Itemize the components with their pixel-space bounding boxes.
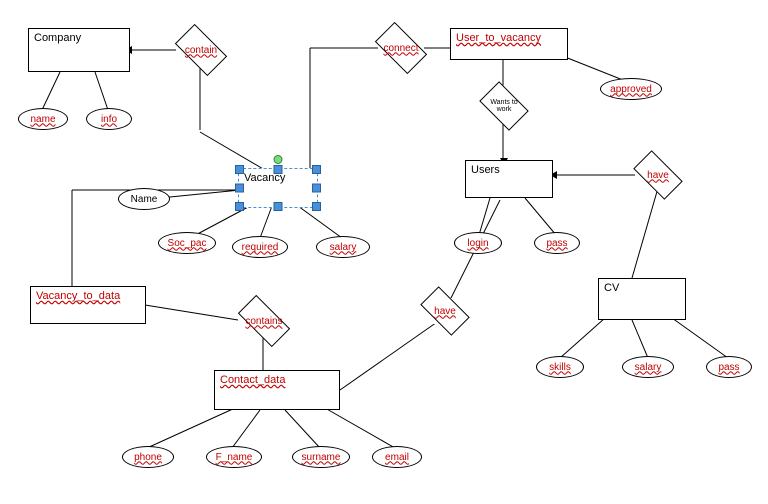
entity-cv-label: CV [604,282,619,294]
resize-handle-icon[interactable] [312,202,321,211]
attr-vacancy-salary[interactable]: salary [316,236,370,258]
attr-company-name[interactable]: name [18,108,68,130]
attr-approved[interactable]: approved [600,78,662,100]
entity-user-to-vacancy-label: User_to_vacancy [456,32,541,44]
relationship-contains-label: contains [245,316,282,327]
resize-handle-icon[interactable] [274,165,283,174]
relationship-wants-to-work[interactable]: Wants to work [483,92,525,120]
attr-users-login[interactable]: login [454,232,502,254]
attr-contact-surname[interactable]: surname [292,446,350,468]
attr-users-pass[interactable]: pass [534,232,580,254]
entity-company[interactable]: Company [28,28,130,72]
relationship-contain[interactable]: contain [178,36,224,64]
attr-vacancy-soc-pac[interactable]: Soc_pac [158,232,216,254]
relationship-contain-label: contain [185,45,217,56]
attr-cv-salary[interactable]: salary [622,356,674,378]
attr-contact-email[interactable]: email [372,446,422,468]
relationship-have-contact-label: have [434,306,456,317]
connector-lines [0,0,768,504]
relationship-wants-to-work-label: Wants to work [483,99,525,113]
entity-contact-data[interactable]: Contact_data [214,370,340,410]
attr-vacancy-required[interactable]: required [232,236,288,258]
entity-company-label: Company [34,32,81,44]
attr-company-info[interactable]: info [86,108,132,130]
attr-vacancy-name[interactable]: Name [118,188,170,210]
rotate-handle-icon[interactable] [274,155,283,164]
entity-users[interactable]: Users [465,160,553,198]
resize-handle-icon[interactable] [312,184,321,193]
er-diagram-canvas: Company Vacancy Vacancy_to_data Contact_… [0,0,768,504]
relationship-have-users-label: have [647,170,669,181]
entity-vacancy-to-data[interactable]: Vacancy_to_data [30,286,146,324]
attr-cv-skills[interactable]: skills [536,356,584,378]
entity-vacancy-to-data-label: Vacancy_to_data [36,290,120,302]
entity-vacancy[interactable]: Vacancy [238,168,318,208]
relationship-connect-label: connect [383,43,418,54]
relationship-connect[interactable]: connect [378,34,424,62]
resize-handle-icon[interactable] [235,202,244,211]
entity-cv[interactable]: CV [598,278,686,320]
attr-contact-fname[interactable]: F_name [206,446,262,468]
entity-contact-data-label: Contact_data [220,374,285,386]
resize-handle-icon[interactable] [235,184,244,193]
entity-users-label: Users [471,164,500,176]
resize-handle-icon[interactable] [235,165,244,174]
resize-handle-icon[interactable] [312,165,321,174]
relationship-contains[interactable]: contains [240,308,288,334]
entity-user-to-vacancy[interactable]: User_to_vacancy [450,28,568,60]
relationship-have-contact[interactable]: have [423,298,467,324]
attr-contact-phone[interactable]: phone [122,446,174,468]
relationship-have-users[interactable]: have [636,162,680,188]
attr-cv-pass[interactable]: pass [706,356,752,378]
resize-handle-icon[interactable] [274,202,283,211]
